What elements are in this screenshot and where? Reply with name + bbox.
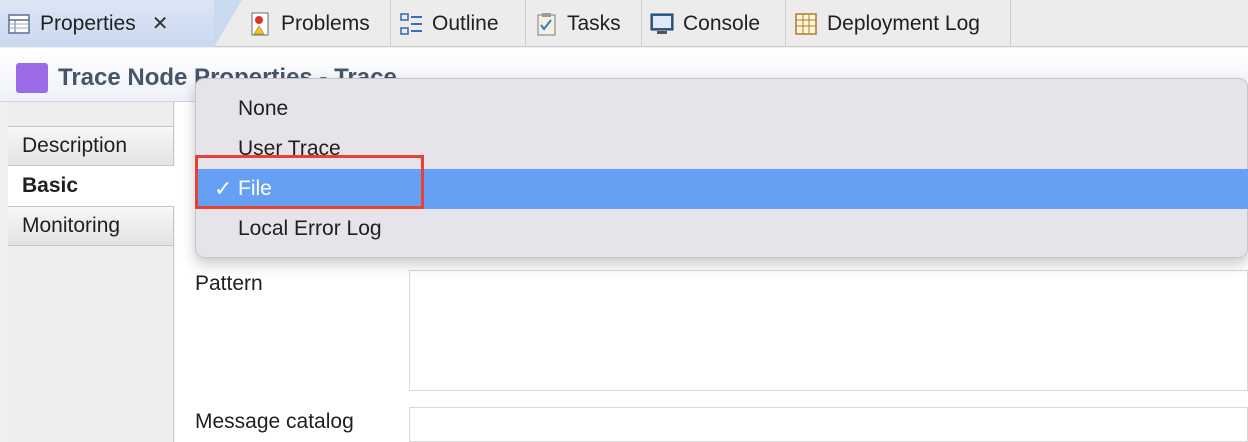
tab-console-label: Console (683, 11, 761, 35)
outline-icon (400, 12, 422, 35)
tab-tasks[interactable]: Tasks (527, 0, 642, 47)
trace-node-icon (16, 63, 48, 93)
destination-dropdown-menu: None User Trace ✓ File Local Error Log (195, 78, 1248, 258)
menu-item-none[interactable]: None (196, 89, 1248, 129)
checkmark-icon: ✓ (214, 176, 233, 201)
properties-icon (8, 13, 30, 34)
tab-problems[interactable]: Problems (241, 0, 391, 47)
menu-item-label: Local Error Log (238, 217, 382, 240)
menu-item-label: None (238, 97, 289, 120)
tasks-icon (537, 12, 556, 35)
tab-tasks-label: Tasks (567, 11, 621, 35)
nav-item-label: Basic (22, 174, 79, 197)
tab-properties-label: Properties (40, 11, 136, 35)
pattern-textarea[interactable] (409, 270, 1248, 391)
nav-item-description[interactable]: Description (8, 126, 174, 166)
nav-item-basic[interactable]: Basic (8, 166, 175, 206)
tab-deployment-log-label: Deployment Log (827, 11, 980, 35)
pattern-label: Pattern (195, 272, 263, 295)
property-category-nav: Description Basic Monitoring (8, 102, 175, 442)
nav-item-monitoring[interactable]: Monitoring (8, 206, 174, 246)
nav-item-label: Description (22, 134, 128, 157)
menu-item-label: File (238, 177, 272, 200)
deployment-log-icon (795, 12, 817, 35)
nav-item-label: Monitoring (22, 214, 121, 237)
menu-item-file[interactable]: ✓ File (196, 169, 1248, 209)
menu-item-label: User Trace (238, 137, 341, 160)
menu-item-local-error-log[interactable]: Local Error Log (196, 209, 1248, 249)
tab-properties[interactable]: Properties ✕ (0, 0, 242, 47)
message-catalog-label: Message catalog (195, 410, 354, 433)
menu-item-user-trace[interactable]: User Trace (196, 129, 1248, 169)
problems-icon (251, 12, 269, 35)
close-icon[interactable]: ✕ (152, 11, 169, 36)
message-catalog-field[interactable] (409, 407, 1248, 442)
tab-outline[interactable]: Outline (392, 0, 526, 47)
tab-outline-label: Outline (432, 11, 499, 35)
console-icon (650, 13, 674, 34)
view-tab-bar: Properties ✕ Problems Outline Tasks Cons… (0, 0, 1248, 47)
tab-console[interactable]: Console (643, 0, 786, 47)
tab-problems-label: Problems (281, 11, 370, 35)
tab-deployment-log[interactable]: Deployment Log (787, 0, 1011, 47)
